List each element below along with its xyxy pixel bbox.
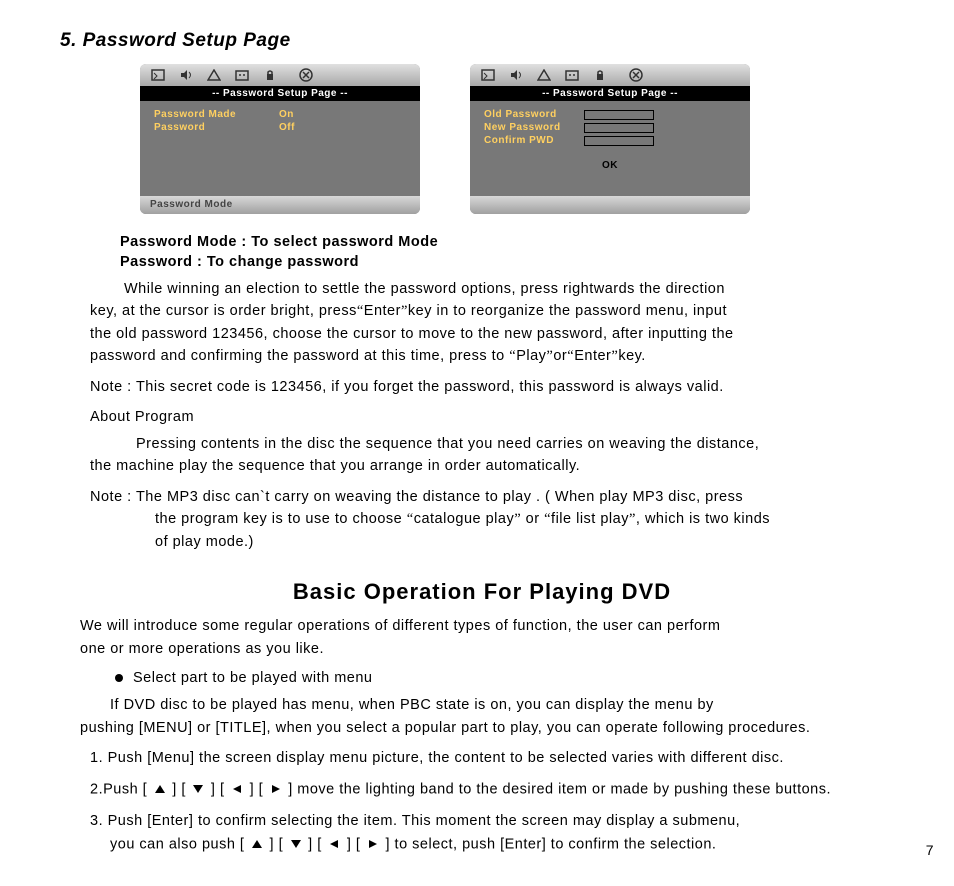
- row-value: On: [279, 109, 294, 120]
- panel-body: Old Password New Password Confirm PWD OK: [470, 101, 750, 196]
- instruction-paragraph: key, at the cursor is order bright, pres…: [90, 300, 904, 322]
- tab-password-icon: [592, 68, 608, 82]
- tab-general-icon: [150, 68, 166, 82]
- panel-tabs: [140, 64, 420, 86]
- text: key.: [618, 348, 646, 364]
- text: or: [526, 511, 540, 527]
- tab-exit-icon: [298, 68, 314, 82]
- text: key, at the cursor is order bright, pres…: [90, 303, 357, 319]
- menu-panels: -- Password Setup Page -- Password Made …: [140, 64, 904, 214]
- panel-tabs: [470, 64, 750, 86]
- text: Enter: [574, 348, 611, 364]
- text: While winning an election to settle the …: [124, 281, 725, 297]
- arrow-left-icon: [327, 833, 341, 856]
- text: the program key is to use to choose: [155, 511, 402, 527]
- text: Enter: [364, 303, 401, 319]
- old-password-label: Old Password: [484, 109, 574, 120]
- text: key in to reorganize the password menu, …: [408, 303, 727, 319]
- text: file list play: [551, 511, 629, 527]
- text: ] [: [308, 836, 322, 852]
- panel-title: -- Password Setup Page --: [140, 86, 420, 101]
- row-label: Password Made: [154, 109, 249, 120]
- about-program-text: Pressing contents in the disc the sequen…: [90, 433, 904, 455]
- text: Play: [516, 348, 546, 364]
- panel-password-change: -- Password Setup Page -- Old Password N…: [470, 64, 750, 214]
- tab-exit-icon: [628, 68, 644, 82]
- row-value: Off: [279, 122, 295, 133]
- text: catalogue play: [414, 511, 515, 527]
- arrow-down-icon: [289, 833, 303, 856]
- row-label: Password: [154, 122, 249, 133]
- dvd-paragraph: pushing [MENU] or [TITLE], when you sele…: [80, 717, 904, 739]
- note-text: Note : This secret code is 123456, if yo…: [90, 376, 904, 398]
- desc-password: Password : To change password: [120, 254, 904, 270]
- desc-password-mode: Password Mode : To select password Mode: [120, 234, 904, 250]
- note-mp3: Note : The MP3 disc can`t carry on weavi…: [90, 486, 904, 508]
- arrow-right-icon: [269, 778, 283, 801]
- text: ] move the lighting band to the desired …: [288, 782, 831, 798]
- panel-title: -- Password Setup Page --: [470, 86, 750, 101]
- text: ] [: [347, 836, 361, 852]
- note-mp3: of play mode.): [155, 531, 904, 553]
- tab-audio-icon: [508, 68, 524, 82]
- text: 2.Push [: [90, 782, 147, 798]
- about-program-text: the machine play the sequence that you a…: [90, 455, 904, 477]
- instruction-paragraph: password and confirming the password at …: [90, 345, 904, 367]
- ok-button[interactable]: OK: [484, 160, 736, 171]
- step-3: 3. Push [Enter] to confirm selecting the…: [90, 810, 904, 833]
- new-password-field[interactable]: [584, 123, 654, 133]
- section-title: 5. Password Setup Page: [60, 30, 904, 52]
- about-program-heading: About Program: [90, 406, 904, 428]
- tab-preference-icon: [564, 68, 580, 82]
- intro-text: one or more operations as you like.: [80, 638, 904, 660]
- step-2: 2.Push [ ] [ ] [ ] [ ] move the lighting…: [90, 778, 904, 802]
- page-number: 7: [926, 842, 934, 858]
- text: or: [553, 348, 567, 364]
- new-password-label: New Password: [484, 122, 574, 133]
- text: ] [: [211, 782, 225, 798]
- instruction-paragraph: the old password 123456, choose the curs…: [90, 323, 904, 345]
- intro-text: We will introduce some regular operation…: [80, 615, 904, 637]
- dvd-paragraph: If DVD disc to be played has menu, when …: [80, 694, 904, 716]
- text: you can also push [: [110, 836, 244, 852]
- panel-body: Password Made On Password Off: [140, 101, 420, 196]
- panel-footer: Password Mode: [140, 196, 420, 214]
- tab-video-icon: [536, 68, 552, 82]
- text: ] to select, push [Enter] to confirm the…: [385, 836, 716, 852]
- tab-password-icon: [262, 68, 278, 82]
- tab-general-icon: [480, 68, 496, 82]
- heading-basic-operation: Basic Operation For Playing DVD: [60, 579, 904, 605]
- step-1: 1. Push [Menu] the screen display menu p…: [90, 747, 904, 770]
- text: , which is two kinds: [636, 511, 770, 527]
- arrow-right-icon: [366, 833, 380, 856]
- arrow-up-icon: [153, 778, 167, 801]
- text: ] [: [270, 836, 284, 852]
- arrow-down-icon: [191, 778, 205, 801]
- step-3-sub: you can also push [ ] [ ] [ ] [ ] to sel…: [110, 833, 904, 857]
- text: password and confirming the password at …: [90, 348, 505, 364]
- panel-footer: .: [470, 196, 750, 214]
- tab-preference-icon: [234, 68, 250, 82]
- tab-audio-icon: [178, 68, 194, 82]
- tab-video-icon: [206, 68, 222, 82]
- instruction-paragraph: While winning an election to settle the …: [90, 278, 904, 300]
- note-mp3: the program key is to use to choose “cat…: [155, 508, 904, 530]
- panel-password-mode: -- Password Setup Page -- Password Made …: [140, 64, 420, 214]
- arrow-left-icon: [230, 778, 244, 801]
- bullet-icon: [115, 674, 123, 682]
- old-password-field[interactable]: [584, 110, 654, 120]
- confirm-password-label: Confirm PWD: [484, 135, 574, 146]
- text: ] [: [250, 782, 264, 798]
- bullet-item: Select part to be played with menu: [115, 670, 904, 686]
- text: ] [: [172, 782, 186, 798]
- bullet-text: Select part to be played with menu: [133, 670, 372, 686]
- confirm-password-field[interactable]: [584, 136, 654, 146]
- arrow-up-icon: [250, 833, 264, 856]
